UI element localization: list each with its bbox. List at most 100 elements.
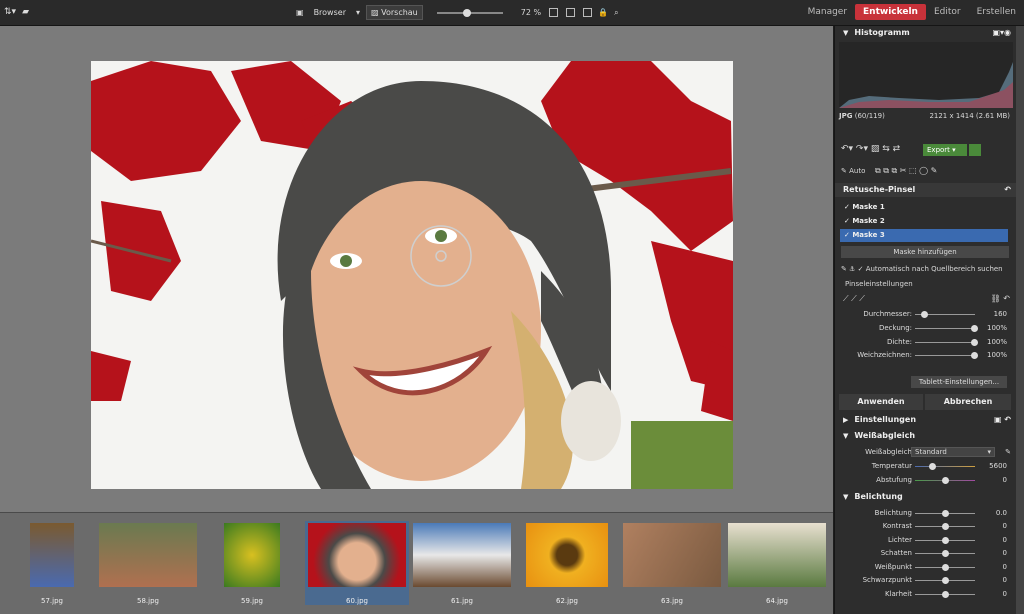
add-mask-button[interactable]: Maske hinzufügen [841, 246, 1009, 258]
slider-track[interactable] [915, 325, 978, 332]
auto-source-label: Automatisch nach Quellbereich suchen [865, 265, 1003, 273]
thumbnail[interactable]: 63.jpg [620, 521, 724, 605]
slider-track[interactable] [915, 537, 975, 544]
lock-icon[interactable]: 🔒 [598, 8, 608, 17]
browser-icon[interactable]: ▣ [296, 8, 304, 17]
loupe-icon[interactable]: ⌕ [614, 8, 618, 18]
slider-label: Kontrast [882, 522, 912, 530]
slider-belichtung[interactable]: Belichtung 0.0 [835, 507, 1017, 519]
slider-knob[interactable] [942, 550, 949, 557]
slider-track[interactable] [915, 564, 975, 571]
slider-durchmesser[interactable]: Durchmesser: 160 [835, 308, 1017, 320]
thumbnail[interactable]: 62.jpg [515, 521, 619, 605]
thumbnail-label: 61.jpg [451, 597, 473, 605]
tab-entwickeln[interactable]: Entwickeln [855, 4, 926, 20]
tablet-settings-button[interactable]: Tablett-Einstellungen... [911, 376, 1007, 388]
slider-schatten[interactable]: Schatten 0 [835, 547, 1017, 559]
slider-track[interactable] [915, 550, 975, 557]
brush-link-icons[interactable]: ⛓ ↶ [991, 294, 1010, 303]
slider-value: 0 [1002, 536, 1007, 544]
slider-track[interactable] [915, 463, 975, 470]
chevron-down-icon[interactable]: ▾ [356, 8, 360, 17]
slider-knob[interactable] [942, 477, 949, 484]
tab-editor[interactable]: Editor [926, 4, 969, 20]
thumbnail[interactable]: 57.jpg [0, 521, 104, 605]
slider-abstufung[interactable]: Abstufung 0 [835, 474, 1017, 486]
zoom-slider[interactable] [436, 8, 503, 17]
slider-knob[interactable] [942, 510, 949, 517]
thumbnail[interactable]: 64.jpg [725, 521, 829, 605]
thumbnail[interactable]: 61.jpg [410, 521, 514, 605]
thumbnail-selected[interactable]: 60.jpg [305, 521, 409, 605]
slider-track[interactable] [915, 577, 975, 584]
preview-button[interactable]: ▨ Vorschau [366, 5, 423, 20]
auto-source-checkbox[interactable]: ✎ ⚓ ✓ Automatisch nach Quellbereich such… [841, 265, 1003, 273]
apply-button[interactable]: Anwenden [839, 394, 923, 410]
reset-icon[interactable]: ↶ [1004, 183, 1011, 197]
slider-dichte[interactable]: Dichte: 100% [835, 336, 1017, 348]
export-button[interactable]: Export ▾ [923, 144, 967, 156]
slider-knob[interactable] [942, 537, 949, 544]
slider-klarheit[interactable]: Klarheit 0 [835, 588, 1017, 600]
settings-icons[interactable]: ▣ ↶ [994, 413, 1011, 427]
slider-track[interactable] [915, 352, 978, 359]
filmstrip[interactable]: 57.jpg 58.jpg 59.jpg 60.jpg 61.jpg 62.jp… [0, 512, 833, 614]
slider-knob[interactable] [942, 577, 949, 584]
thumbnail[interactable]: 58.jpg [96, 521, 200, 605]
slider-knob[interactable] [942, 564, 949, 571]
slider-track[interactable] [915, 510, 975, 517]
compare-icon[interactable] [583, 8, 593, 17]
white-balance-header[interactable]: ▼ Weißabgleich [835, 429, 1017, 443]
slider-knob[interactable] [971, 325, 978, 332]
tab-manager[interactable]: Manager [800, 4, 855, 20]
slider-deckung[interactable]: Deckung: 100% [835, 322, 1017, 334]
slider-track[interactable] [915, 591, 975, 598]
slider-kontrast[interactable]: Kontrast 0 [835, 520, 1017, 532]
slider-label: Abstufung [876, 476, 912, 484]
histogram-header[interactable]: ▼ Histogramm ▣▾◉ [835, 26, 1017, 40]
exposure-header[interactable]: ▼ Belichtung [835, 490, 1017, 504]
slider-knob[interactable] [942, 591, 949, 598]
sort-icon[interactable]: ⇅▾ [4, 7, 16, 17]
panel-scrollbar[interactable] [1016, 26, 1024, 614]
slider-track[interactable] [915, 477, 975, 484]
wb-select[interactable]: Standard ▾ [911, 447, 995, 457]
fit-icon[interactable] [549, 8, 559, 17]
slider-track[interactable] [915, 339, 978, 346]
thumbnail[interactable]: 59.jpg [200, 521, 304, 605]
settings-header[interactable]: ▶ Einstellungen ▣ ↶ [835, 413, 1017, 427]
brush-mode-icons[interactable]: ⟋ ⟋ ⟋ [843, 294, 865, 304]
slider-knob[interactable] [971, 339, 978, 346]
mask-item-selected[interactable]: ✓ Maske 3 [840, 229, 1008, 242]
image-viewer[interactable] [0, 26, 833, 512]
slider-knob[interactable] [942, 523, 949, 530]
slider-temperatur[interactable]: Temperatur 5600 [835, 460, 1017, 472]
slider-knob[interactable] [929, 463, 936, 470]
mask-item[interactable]: ✓ Maske 2 [840, 215, 1008, 228]
slider-knob[interactable] [921, 311, 928, 318]
zoom-slider-knob[interactable] [462, 8, 471, 17]
slider-weichzeichnen[interactable]: Weichzeichnen: 100% [835, 349, 1017, 361]
cancel-button[interactable]: Abbrechen [925, 394, 1011, 410]
slider-schwarzpunkt[interactable]: Schwarzpunkt 0 [835, 574, 1017, 586]
slider-label: Dichte: [886, 338, 912, 346]
slider-label: Schatten [880, 549, 912, 557]
browser-button[interactable]: Browser [310, 6, 350, 19]
folder-icon[interactable]: ▰ [22, 7, 29, 17]
slider-lichter[interactable]: Lichter 0 [835, 534, 1017, 546]
grid-icon[interactable] [566, 8, 576, 17]
tab-erstellen[interactable]: Erstellen [969, 4, 1024, 20]
slider-weisspunkt[interactable]: Weißpunkt 0 [835, 561, 1017, 573]
slider-track[interactable] [915, 523, 975, 530]
main-photo[interactable] [91, 61, 733, 489]
slider-knob[interactable] [971, 352, 978, 359]
thumbnail-label: 58.jpg [137, 597, 159, 605]
undo-redo-icons[interactable]: ↶▾ ↷▾ ▨ ⇆ ⇄ [841, 144, 900, 154]
auto-button[interactable]: ✎ Auto [841, 167, 865, 175]
slider-track[interactable] [915, 311, 975, 318]
tools-icons[interactable]: ⧉ ⧉ ⧉ ✂ ⬚ ◯ ✎ [875, 166, 937, 176]
mask-item[interactable]: ✓ Maske 1 [840, 201, 1008, 214]
eyedropper-icon[interactable]: ✎ [1005, 446, 1011, 458]
share-icon[interactable] [969, 144, 981, 156]
histogram-options-icon[interactable]: ▣▾◉ [992, 26, 1011, 40]
